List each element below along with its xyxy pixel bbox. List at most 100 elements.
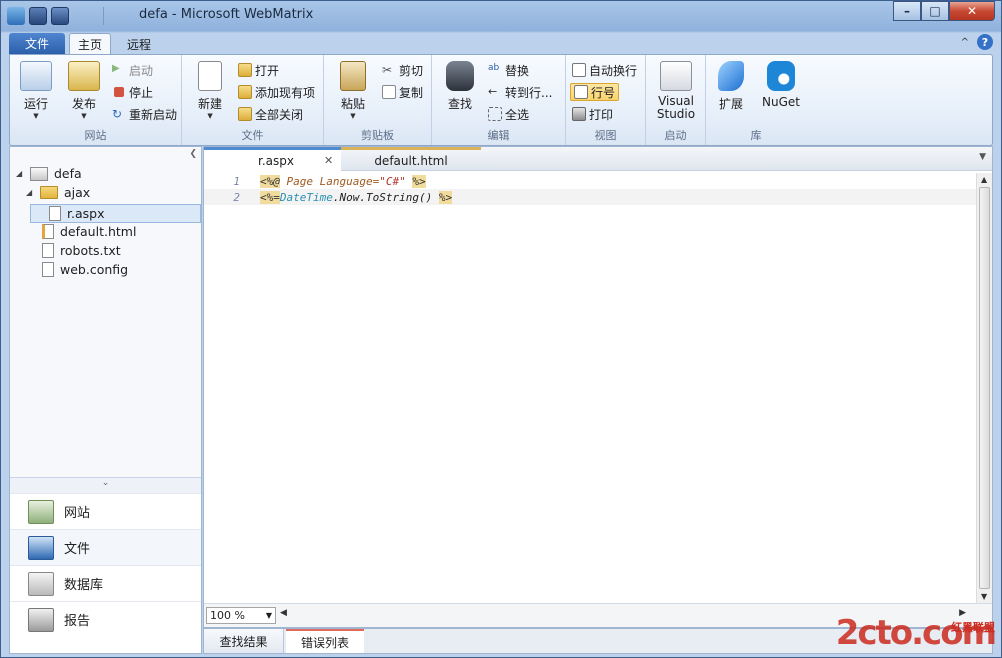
dropdown-arrow-icon: ▼ (265, 611, 272, 620)
add-existing-button[interactable]: 添加现有项 (238, 83, 315, 101)
line-number: 2 (233, 190, 240, 204)
title-bar: defa - Microsoft WebMatrix – □ ✕ (1, 1, 1001, 31)
extensions-label: 扩展 (718, 97, 743, 111)
restart-button[interactable]: ↻ 重新启动 (112, 105, 177, 123)
ribbon: 运行 ▼ 发布 ▼ ▶ 启动 停止 ↻ 重新启动 网站 新建 ▼ 打开 添加现有… (9, 54, 993, 146)
tree-item[interactable]: default.html (42, 222, 136, 241)
file-tree: ❮ ◢ defa ◢ ajax r.aspx default.html robo… (10, 147, 201, 477)
tab-home[interactable]: 主页 (69, 33, 111, 55)
copy-icon (382, 85, 396, 99)
workspace-nav: 网站 文件 数据库 报告 (10, 493, 201, 637)
files-workspace-icon (28, 535, 54, 560)
workspace-site[interactable]: 网站 (10, 493, 201, 529)
help-icon[interactable]: ? (977, 34, 993, 50)
app-window: defa - Microsoft WebMatrix – □ ✕ 文件 主页 远… (0, 0, 1002, 658)
ribbon-controls: ^ ? (961, 34, 993, 50)
workspace-database[interactable]: 数据库 (10, 565, 201, 601)
minimize-button[interactable]: – (893, 1, 921, 21)
expand-icon[interactable]: ◢ (26, 188, 34, 197)
tree-item-label: robots.txt (60, 243, 121, 258)
save-icon[interactable] (29, 7, 47, 25)
tab-error-list[interactable]: 错误列表 (286, 629, 364, 653)
tree-root[interactable]: ◢ defa (16, 164, 82, 183)
file-icon (49, 206, 61, 221)
close-all-label: 全部关闭 (255, 107, 304, 122)
new-button[interactable]: 新建 ▼ (198, 61, 222, 120)
scroll-left-icon[interactable]: ◀ (280, 608, 287, 618)
file-icon (42, 262, 54, 277)
pane-splitter[interactable]: ⌄ (10, 477, 201, 493)
tree-item[interactable]: robots.txt (42, 241, 121, 260)
open-button[interactable]: 打开 (238, 61, 279, 79)
code-line-current: 2 <%=DateTime.Now.ToString() %> (204, 189, 976, 205)
line-numbers-button[interactable]: 行号 (570, 83, 620, 101)
document-tabs: r.aspx ✕ default.html ▼ (204, 147, 992, 171)
site-workspace-icon (28, 499, 54, 524)
scroll-down-icon[interactable]: ▼ (981, 592, 987, 601)
tree-folder-label: ajax (64, 185, 91, 200)
folder-icon (40, 186, 58, 199)
tree-item-label: r.aspx (67, 206, 105, 221)
line-numbers-label: 行号 (591, 85, 616, 100)
workspace-files[interactable]: 文件 (10, 529, 201, 565)
tree-item[interactable]: r.aspx (30, 204, 201, 223)
app-icon[interactable] (7, 7, 25, 25)
tree-root-label: defa (54, 166, 82, 181)
select-all-button[interactable]: 全选 (488, 105, 529, 123)
publish-icon (68, 61, 100, 91)
replace-label: 替换 (505, 63, 530, 78)
start-button[interactable]: ▶ 启动 (112, 61, 153, 79)
doc-tab[interactable]: default.html (341, 147, 481, 171)
tab-file[interactable]: 文件 (9, 33, 65, 54)
code-editor: r.aspx ✕ default.html ▼ 1 <%@ Page Langu… (203, 146, 993, 628)
print-button[interactable]: 打印 (572, 105, 613, 123)
copy-button[interactable]: 复制 (382, 83, 423, 101)
print-label: 打印 (589, 107, 614, 122)
find-button[interactable]: 查找 (446, 61, 474, 112)
word-wrap-button[interactable]: 自动换行 (572, 61, 637, 79)
goto-line-icon: ← (488, 85, 498, 98)
line-text: <%=DateTime.Now.ToString() %> (260, 190, 453, 204)
workspace-reports[interactable]: 报告 (10, 601, 201, 637)
scroll-up-icon[interactable]: ▲ (981, 175, 987, 184)
stop-button[interactable]: 停止 (112, 83, 153, 101)
tree-folder[interactable]: ◢ ajax (26, 183, 90, 202)
replace-button[interactable]: ab 替换 (488, 61, 529, 79)
scissors-icon: ✂ (382, 63, 393, 77)
paste-button[interactable]: 粘贴 ▼ (340, 61, 366, 120)
extensions-icon (718, 61, 744, 91)
visual-studio-button[interactable]: Visual Studio (656, 61, 696, 121)
code-area[interactable]: 1 <%@ Page Language="C#" %> 2 <%=DateTim… (204, 173, 976, 205)
replace-icon: ab (488, 63, 500, 73)
extensions-button[interactable]: 扩展 (718, 61, 744, 112)
nuget-button[interactable]: NuGet (762, 61, 800, 109)
file-icon (42, 243, 54, 258)
ribbon-collapse-icon[interactable]: ^ (961, 37, 969, 48)
expand-icon[interactable]: ◢ (16, 169, 24, 178)
tab-list-icon[interactable]: ▼ (979, 152, 986, 162)
close-tab-icon[interactable]: ✕ (324, 154, 333, 167)
copy-label: 复制 (399, 85, 424, 100)
goto-line-button[interactable]: ← 转到行... (488, 83, 552, 101)
close-all-button[interactable]: 全部关闭 (238, 105, 303, 123)
collapse-pane-icon[interactable]: ❮ (189, 149, 197, 159)
scroll-thumb[interactable] (979, 187, 990, 589)
visual-studio-label: Visual Studio (656, 94, 696, 121)
attribute: Language= (319, 174, 380, 188)
line-text: <%@ Page Language="C#" %> (260, 174, 426, 188)
zoom-select[interactable]: 100 % ▼ (206, 607, 276, 624)
vertical-scrollbar[interactable]: ▲ ▼ (976, 173, 992, 603)
cut-button[interactable]: ✂ 剪切 (382, 61, 423, 79)
run-button[interactable]: 运行 ▼ (20, 61, 52, 120)
tab-find-results[interactable]: 查找结果 (204, 629, 284, 653)
tab-remote[interactable]: 远程 (119, 33, 159, 55)
tree-item[interactable]: web.config (42, 260, 128, 279)
publish-button[interactable]: 发布 ▼ (68, 61, 100, 120)
doc-tab-active[interactable]: r.aspx ✕ (204, 147, 341, 171)
maximize-button[interactable]: □ (921, 1, 949, 21)
save-all-icon[interactable] (51, 7, 69, 25)
close-button[interactable]: ✕ (949, 1, 995, 21)
new-file-icon (198, 61, 222, 91)
chevron-down-icon[interactable]: ⌄ (102, 478, 110, 488)
run-label: 运行 (23, 97, 48, 111)
